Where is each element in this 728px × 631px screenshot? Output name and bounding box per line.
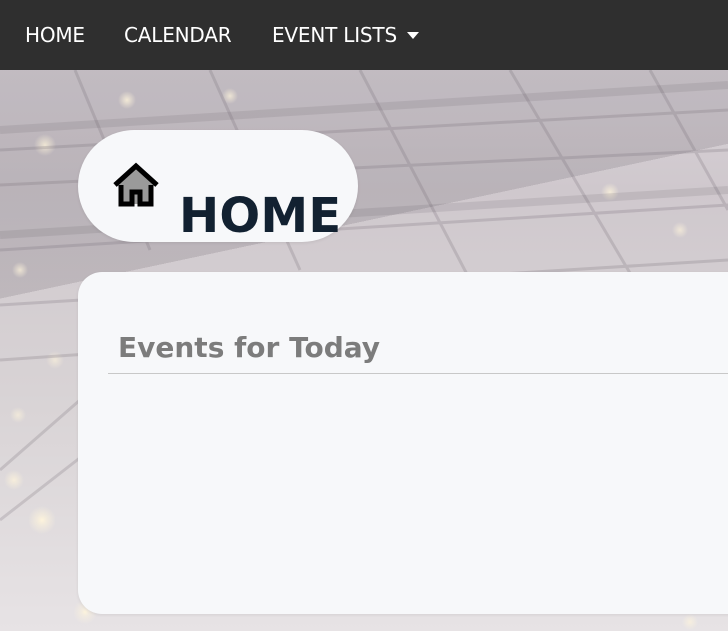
home-icon (113, 162, 159, 207)
caret-down-icon (407, 32, 419, 39)
nav-event-lists-label: EVENT LISTS (272, 23, 397, 47)
nav-calendar-link[interactable]: CALENDAR (124, 0, 232, 70)
events-today-heading: Events for Today (118, 331, 381, 365)
events-today-card: Events for Today (78, 272, 728, 614)
page-title: HOME (179, 188, 342, 245)
nav-event-lists-dropdown[interactable]: EVENT LISTS (272, 0, 419, 70)
nav-home-link[interactable]: HOME (25, 0, 85, 70)
top-navbar: HOME CALENDAR EVENT LISTS (0, 0, 728, 70)
events-divider (108, 373, 728, 374)
home-title-pill: HOME (78, 130, 358, 244)
